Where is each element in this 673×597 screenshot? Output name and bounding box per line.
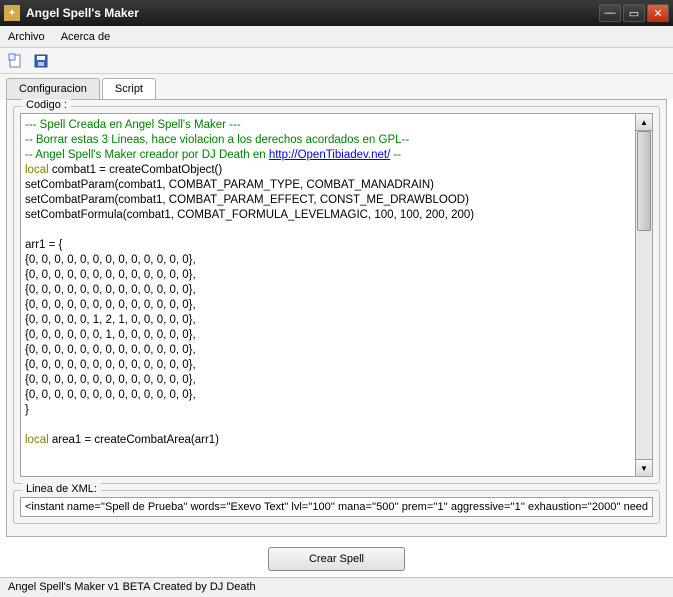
scroll-down-icon[interactable]: ▼ xyxy=(636,459,652,476)
tab-script[interactable]: Script xyxy=(102,78,156,99)
save-icon[interactable] xyxy=(32,52,50,70)
codigo-label: Codigo : xyxy=(22,99,71,111)
groupbox-codigo: Codigo : --- Spell Creada en Angel Spell… xyxy=(13,106,660,484)
statusbar: Angel Spell's Maker v1 BETA Created by D… xyxy=(0,577,673,597)
toolbar xyxy=(0,48,673,74)
scrollbar-vertical[interactable]: ▲ ▼ xyxy=(636,113,653,477)
window-title: Angel Spell's Maker xyxy=(26,6,599,20)
close-button[interactable]: ✕ xyxy=(647,4,669,22)
tab-content: Codigo : --- Spell Creada en Angel Spell… xyxy=(6,99,667,537)
scroll-thumb[interactable] xyxy=(637,131,651,231)
tab-bar: Configuracion Script xyxy=(0,74,673,99)
menu-acerca[interactable]: Acerca de xyxy=(61,31,111,43)
crear-spell-button[interactable]: Crear Spell xyxy=(268,547,405,571)
xml-input[interactable] xyxy=(20,497,653,517)
xml-label: Linea de XML: xyxy=(22,483,101,495)
tab-configuracion[interactable]: Configuracion xyxy=(6,78,100,99)
scroll-up-icon[interactable]: ▲ xyxy=(636,114,652,131)
maximize-button[interactable]: ▭ xyxy=(623,4,645,22)
new-file-icon[interactable] xyxy=(6,52,24,70)
button-row: Crear Spell xyxy=(0,541,673,577)
app-icon: ✦ xyxy=(4,5,20,21)
menu-archivo[interactable]: Archivo xyxy=(8,31,45,43)
code-area[interactable]: --- Spell Creada en Angel Spell's Maker … xyxy=(20,113,636,477)
menubar: Archivo Acerca de xyxy=(0,26,673,48)
scroll-track[interactable] xyxy=(636,131,652,459)
titlebar: ✦ Angel Spell's Maker — ▭ ✕ xyxy=(0,0,673,26)
minimize-button[interactable]: — xyxy=(599,4,621,22)
groupbox-xml: Linea de XML: xyxy=(13,490,660,524)
